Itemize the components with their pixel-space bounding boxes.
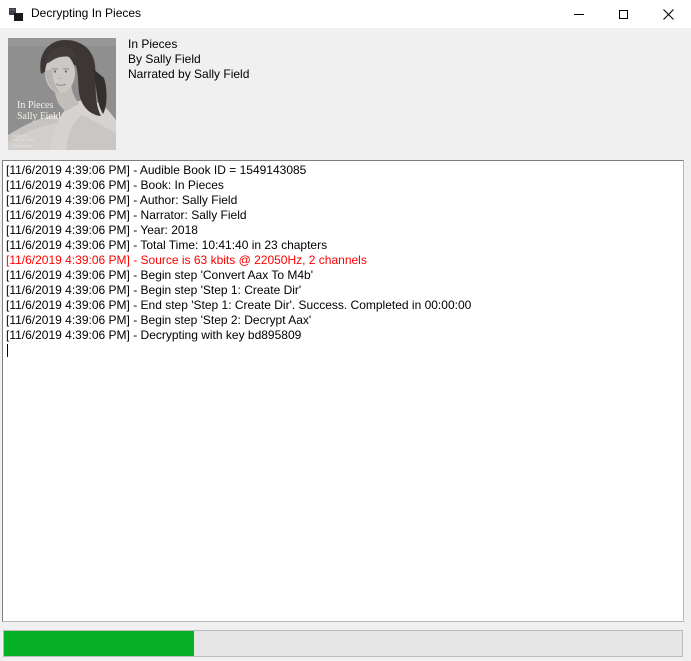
maximize-icon — [619, 10, 628, 19]
window-title: Decrypting In Pieces — [31, 0, 141, 28]
book-narrator: Narrated by Sally Field — [128, 67, 249, 82]
log-line: [11/6/2019 4:39:06 PM] - Audible Book ID… — [6, 163, 680, 178]
titlebar[interactable]: Decrypting In Pieces — [0, 0, 691, 28]
minimize-button[interactable] — [556, 0, 601, 28]
log-line: [11/6/2019 4:39:06 PM] - Book: In Pieces — [6, 178, 680, 193]
log-line: [11/6/2019 4:39:06 PM] - Begin step 'Con… — [6, 268, 680, 283]
text-caret — [7, 344, 8, 357]
minimize-icon — [574, 14, 584, 15]
cover-edition-text: Unabridged — [12, 143, 32, 148]
app-icon[interactable] — [8, 6, 24, 22]
log-line: [11/6/2019 4:39:06 PM] - Source is 63 kb… — [6, 253, 680, 268]
log-line: [11/6/2019 4:39:06 PM] - Narrator: Sally… — [6, 208, 680, 223]
book-title: In Pieces — [128, 37, 249, 52]
close-button[interactable] — [646, 0, 691, 28]
book-cover-image: In Pieces Sally Field READ BY THE AUTHOR… — [8, 38, 116, 150]
progress-fill — [4, 631, 194, 656]
log-line: [11/6/2019 4:39:06 PM] - Decrypting with… — [6, 328, 680, 343]
cover-title-text: In Pieces — [17, 100, 53, 111]
maximize-button[interactable] — [601, 0, 646, 28]
log-line: [11/6/2019 4:39:06 PM] - End step 'Step … — [6, 298, 680, 313]
log-area[interactable]: [11/6/2019 4:39:06 PM] - Audible Book ID… — [2, 160, 684, 622]
log-line: [11/6/2019 4:39:06 PM] - Author: Sally F… — [6, 193, 680, 208]
book-info: In Pieces By Sally Field Narrated by Sal… — [128, 37, 249, 82]
app-window: Decrypting In Pieces — [0, 0, 691, 661]
cover-readby-text-2: THE AUTHOR — [12, 138, 34, 142]
book-author: By Sally Field — [128, 52, 249, 67]
log-line: [11/6/2019 4:39:06 PM] - Year: 2018 — [6, 223, 680, 238]
close-icon — [663, 9, 674, 20]
cover-author-text: Sally Field — [17, 111, 61, 122]
log-line: [11/6/2019 4:39:06 PM] - Begin step 'Ste… — [6, 283, 680, 298]
log-line: [11/6/2019 4:39:06 PM] - Total Time: 10:… — [6, 238, 680, 253]
progress-bar — [3, 630, 683, 657]
log-line: [11/6/2019 4:39:06 PM] - Begin step 'Ste… — [6, 313, 680, 328]
